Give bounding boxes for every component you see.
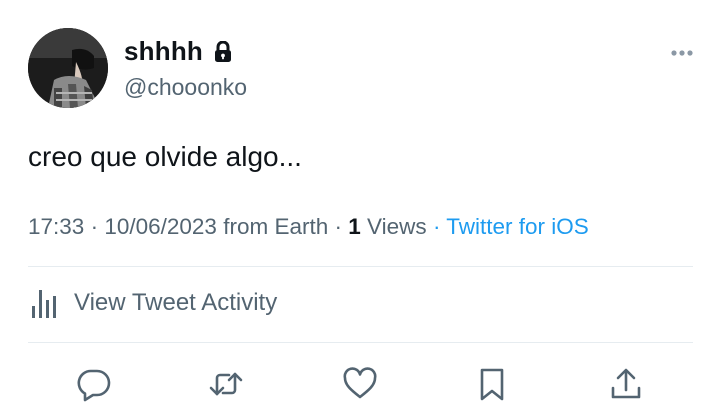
tweet-time: 17:33 <box>28 214 85 239</box>
more-options-icon[interactable] <box>670 46 694 60</box>
bookmark-icon[interactable] <box>472 364 512 404</box>
tweet-meta: 17:33 · 10/06/2023 from Earth · 1 Views … <box>28 214 589 240</box>
divider <box>28 266 693 267</box>
divider <box>28 342 693 343</box>
view-tweet-activity-label: View Tweet Activity <box>74 289 278 316</box>
retweet-icon[interactable] <box>206 364 246 404</box>
tweet-location: from Earth <box>223 214 329 239</box>
tweet-text: creo que olvide algo... <box>28 141 302 172</box>
action-bar <box>0 364 720 404</box>
like-icon[interactable] <box>340 364 380 404</box>
lock-icon <box>213 40 233 63</box>
user-handle[interactable]: @chooonko <box>124 74 247 101</box>
view-tweet-activity-button[interactable]: View Tweet Activity <box>28 286 277 320</box>
separator-dot: · <box>90 214 105 239</box>
views-label: Views <box>367 214 427 239</box>
tweet-source[interactable]: Twitter for iOS <box>446 214 589 239</box>
profile-photo <box>28 28 108 108</box>
share-icon[interactable] <box>606 364 646 404</box>
separator-dot: · <box>334 214 349 239</box>
user-name-row: shhhh <box>124 36 233 67</box>
display-name[interactable]: shhhh <box>124 36 203 67</box>
tweet-date: 10/06/2023 <box>104 214 217 239</box>
separator-dot: · <box>432 214 447 239</box>
avatar[interactable] <box>28 28 108 108</box>
reply-icon[interactable] <box>74 364 114 404</box>
bar-chart-icon <box>32 290 56 318</box>
views-count: 1 <box>348 214 361 239</box>
